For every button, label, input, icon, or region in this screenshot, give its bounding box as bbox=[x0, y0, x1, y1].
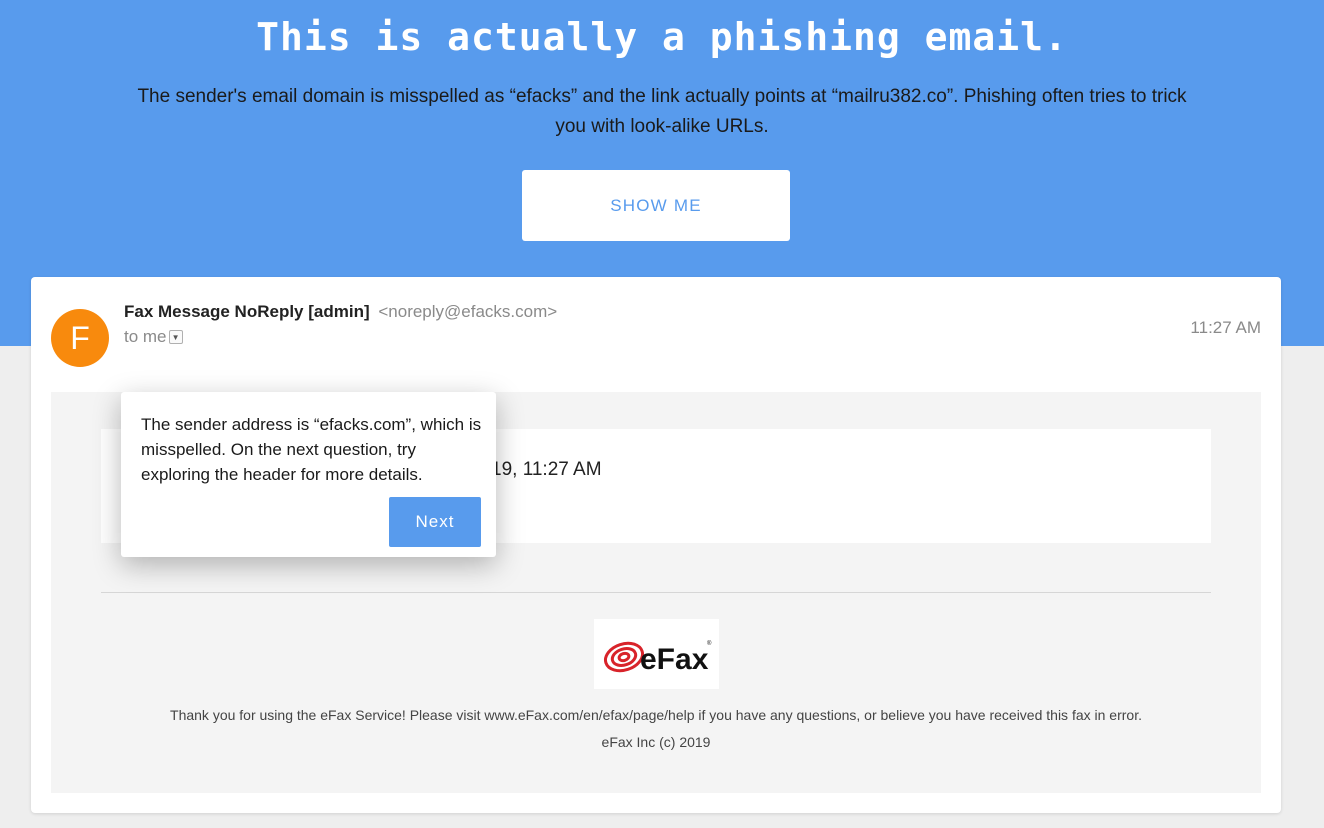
result-headline: This is actually a phishing email. bbox=[256, 15, 1068, 59]
details-dropdown-icon[interactable]: ▼ bbox=[168, 330, 183, 344]
efax-logo: eFax ® bbox=[594, 619, 719, 689]
footer-copyright: eFax Inc (c) 2019 bbox=[601, 734, 711, 750]
efax-logo-icon: eFax ® bbox=[603, 640, 712, 676]
sender-email[interactable]: <noreply@efacks.com> bbox=[378, 302, 557, 321]
svg-text:®: ® bbox=[707, 640, 712, 647]
recipient-line: to me ▼ bbox=[124, 327, 183, 347]
email-time: 11:27 AM bbox=[1190, 318, 1261, 337]
show-me-button[interactable]: SHOW ME bbox=[522, 170, 790, 241]
footer-text: Thank you for using the eFax Service! Pl… bbox=[170, 707, 1142, 723]
recipient-label: to me bbox=[124, 327, 167, 346]
efax-logo-text: eFax bbox=[640, 643, 709, 676]
hint-tooltip: The sender address is “efacks.com”, whic… bbox=[121, 392, 496, 557]
sender-avatar: F bbox=[51, 309, 109, 367]
sender-line: Fax Message NoReply [admin] <noreply@efa… bbox=[124, 301, 557, 323]
hint-text: The sender address is “efacks.com”, whic… bbox=[141, 415, 482, 484]
fax-date: 19, 11:27 AM bbox=[491, 459, 602, 480]
next-button[interactable]: Next bbox=[389, 497, 481, 547]
result-explanation: The sender's email domain is misspelled … bbox=[137, 86, 1187, 137]
sender-name[interactable]: Fax Message NoReply [admin] bbox=[124, 302, 370, 321]
body-divider bbox=[101, 592, 1211, 593]
